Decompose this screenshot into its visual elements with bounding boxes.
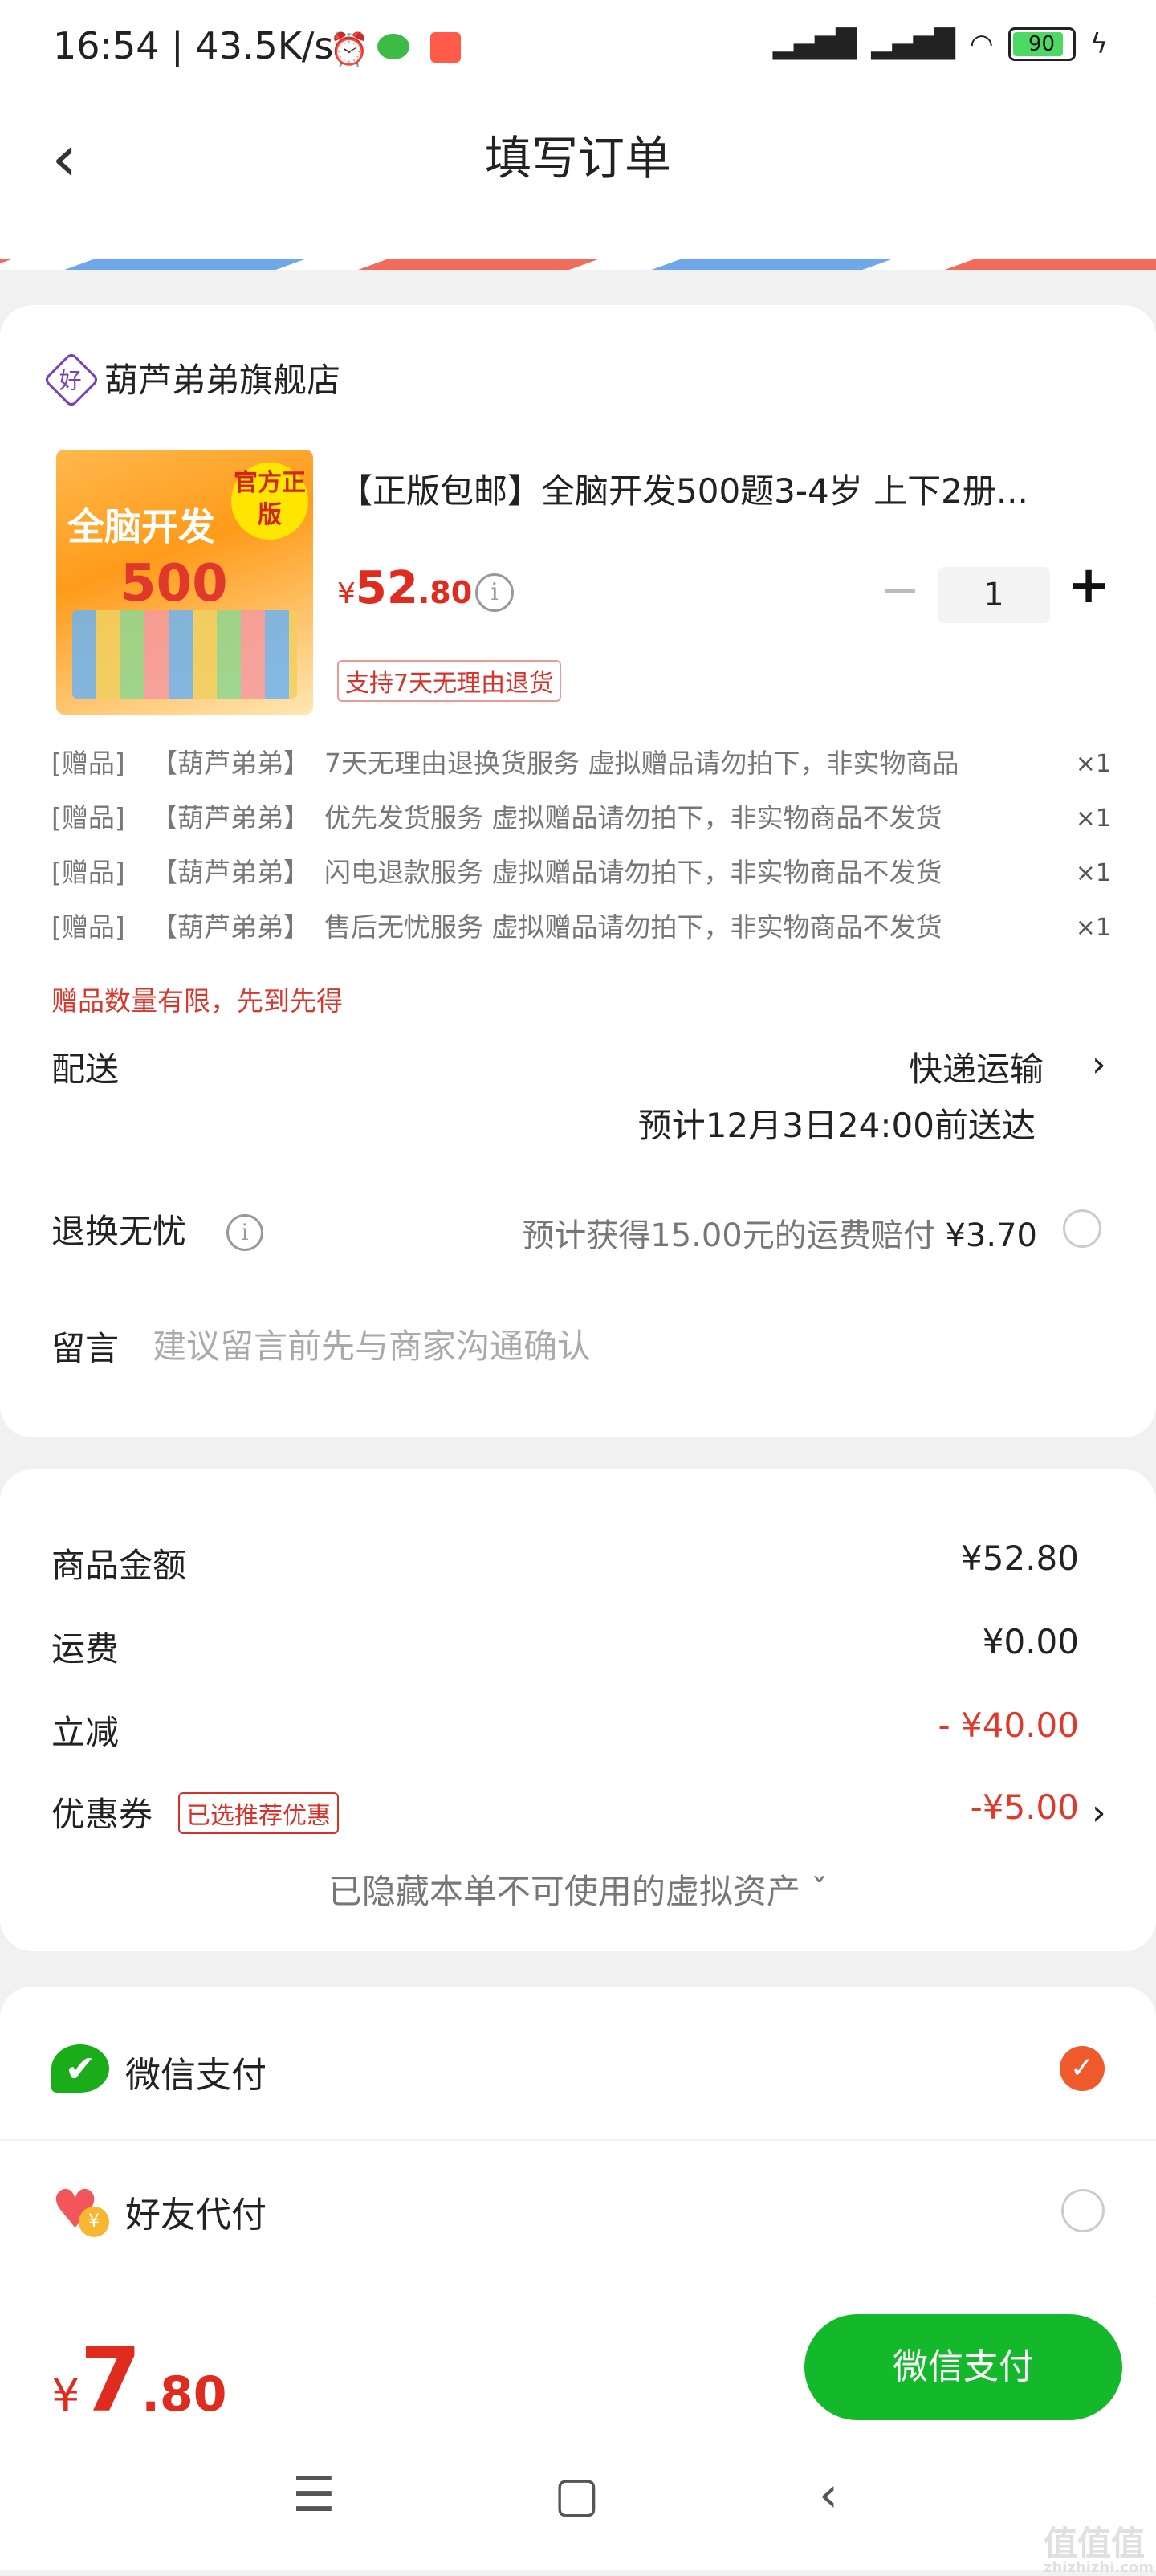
thumb-title: 全脑开发 [67, 505, 215, 548]
checkmark-icon[interactable]: ✓ [1060, 2046, 1105, 2091]
message-label: 留言 [51, 1329, 120, 1368]
status-bar: 16:54 | 43.5K/s ⏰ ▂▄▆█ ▂▄▆█ ◠ 90 ϟ [0, 0, 1156, 96]
friend-pay-radio[interactable] [1061, 2189, 1105, 2232]
signal-icon: ▂▄▆█ [871, 28, 955, 60]
status-icons: ▂▄▆█ ▂▄▆█ ◠ 90 ϟ [773, 27, 1108, 61]
gift-row: [赠品] 【葫芦弟弟】 闪电退款服务 虚拟赠品请勿拍下，非实物商品不发货 ×1 [51, 857, 1111, 888]
coupon-tag: 已选推荐优惠 [178, 1792, 339, 1834]
return-policy-badge: 支持7天无理由退货 [337, 660, 562, 702]
home-icon[interactable]: ▢ [554, 2467, 600, 2523]
shipping-eta: 预计12月3日24:00前送达 [637, 1106, 1036, 1145]
friend-pay-label[interactable]: 好友代付 [125, 2186, 267, 2237]
wechat-pay-button[interactable]: 微信支付 [804, 2314, 1122, 2420]
nav-bar: ‹ 填写订单 [0, 96, 1156, 217]
discount-label: 立减 [51, 1713, 120, 1752]
wechat-icon [377, 34, 409, 59]
app-icon [430, 32, 461, 63]
coupon-label: 优惠券 [51, 1795, 153, 1834]
wechat-pay-icon: ✔ [51, 2044, 109, 2093]
gift-row: [赠品] 【葫芦弟弟】 7天无理由退换货服务 虚拟赠品请勿拍下，非实物商品 ×1 [51, 748, 1111, 779]
watermark: 值值值 zhizhizhi.com [1044, 2524, 1154, 2576]
wifi-icon: ◠ [969, 28, 994, 60]
shipping-label: 配送 [51, 1050, 120, 1089]
gift-notice: 赠品数量有限，先到先得 [51, 985, 343, 1017]
freight-value: ¥0.00 [982, 1622, 1079, 1661]
return-worry-label: 退换无忧 [51, 1212, 187, 1251]
gift-row: [赠品] 【葫芦弟弟】 优先发货服务 虚拟赠品请勿拍下，非实物商品不发货 ×1 [51, 802, 1111, 834]
message-input[interactable] [153, 1322, 1076, 1370]
battery-icon: 90 [1007, 27, 1076, 61]
product-price: ¥52.80 [337, 562, 473, 614]
page-title: 填写订单 [484, 131, 671, 185]
price-info-icon[interactable]: i [475, 573, 514, 612]
quantity-minus-button[interactable]: − [880, 562, 920, 618]
chevron-right-icon[interactable]: › [1092, 1044, 1106, 1085]
freight-label: 运费 [51, 1629, 120, 1669]
discount-value: - ¥40.00 [938, 1706, 1079, 1745]
return-worry-desc: 预计获得15.00元的运费赔付 ¥3.70 [522, 1217, 1037, 1254]
thumb-badge: 官方正版 [231, 463, 308, 540]
return-worry-price: ¥3.70 [945, 1217, 1037, 1254]
friend-pay-icon: ♥ ¥ [51, 2183, 109, 2237]
hidden-assets-toggle[interactable]: 已隐藏本单不可使用的虚拟资产 ˇ [0, 1865, 1156, 1914]
thumb-number: 500 [120, 554, 228, 613]
product-thumbnail[interactable]: 全脑开发 500 官方正版 [56, 450, 313, 715]
quantity-value[interactable]: 1 [938, 567, 1050, 623]
quantity-plus-button[interactable]: + [1066, 556, 1111, 615]
status-time: 16:54 | 43.5K/s [53, 24, 334, 67]
payment-card [0, 1987, 1156, 2324]
total-price: ¥7.80 [51, 2329, 227, 2431]
goods-amount-value: ¥52.80 [961, 1539, 1079, 1578]
return-worry-radio[interactable] [1063, 1209, 1101, 1248]
shipping-method[interactable]: 快递运输 [909, 1042, 1044, 1091]
chevron-right-icon[interactable]: › [1092, 1792, 1106, 1833]
alarm-icon: ⏰ [329, 31, 369, 68]
wechat-pay-label[interactable]: 微信支付 [125, 2046, 267, 2097]
gift-row: [赠品] 【葫芦弟弟】 售后无忧服务 虚拟赠品请勿拍下，非实物商品不发货 ×1 [51, 911, 1111, 943]
thumb-illustration [72, 610, 297, 699]
charging-icon: ϟ [1089, 28, 1108, 60]
signal-icon: ▂▄▆█ [772, 28, 857, 60]
back-icon[interactable]: ‹ [819, 2467, 838, 2523]
shop-name[interactable]: 葫芦弟弟旗舰店 [104, 353, 340, 402]
coupon-value[interactable]: -¥5.00 [971, 1787, 1079, 1827]
airmail-stripe [0, 259, 1156, 270]
divider [0, 2139, 1156, 2141]
product-title[interactable]: 【正版包邮】全脑开发500题3-4岁 上下2册... [339, 464, 1109, 513]
menu-icon[interactable]: ☰ [292, 2467, 336, 2523]
info-icon[interactable]: i [226, 1214, 263, 1251]
goods-amount-label: 商品金额 [51, 1546, 187, 1585]
battery-level: 90 [1028, 32, 1056, 56]
envelope-border [0, 217, 1156, 270]
